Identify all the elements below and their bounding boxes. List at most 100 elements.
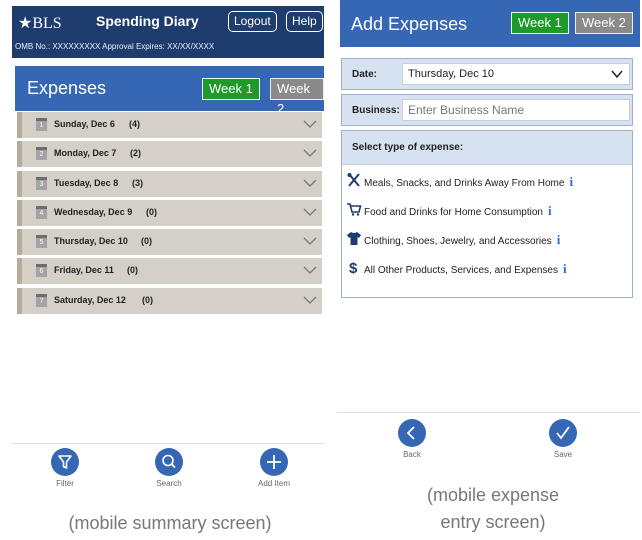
day-row[interactable]: 2 Monday, Dec 7 (2)	[17, 141, 322, 168]
cart-icon	[347, 203, 362, 216]
expense-type-label: All Other Products, Services, and Expens…	[364, 261, 567, 276]
chevron-down-icon	[303, 267, 317, 275]
checkmark-icon	[549, 419, 577, 447]
chevron-down-icon	[303, 208, 317, 216]
expense-type-option[interactable]: Meals, Snacks, and Drinks Away From Home…	[342, 165, 632, 194]
business-label: Business:	[352, 105, 400, 116]
expense-type-label: Meals, Snacks, and Drinks Away From Home…	[364, 174, 574, 189]
app-topbar: ★BLS Spending Diary Logout Help OMB No.:…	[12, 6, 324, 58]
day-count: (4)	[129, 119, 140, 129]
plus-icon	[260, 448, 288, 476]
expenses-header: Expenses Week 1 Week 2	[15, 66, 324, 116]
calendar-icon: 2	[36, 147, 47, 161]
summary-caption: (mobile summary screen)	[68, 513, 272, 533]
day-row[interactable]: 5 Thursday, Dec 10 (0)	[17, 229, 322, 256]
dollar-icon: $	[349, 260, 358, 275]
bottom-divider	[337, 412, 640, 413]
day-label: Friday, Dec 11	[54, 265, 114, 276]
tab-week-1[interactable]: Week 1	[202, 78, 260, 100]
bls-logo: ★BLS	[18, 15, 62, 32]
date-row: Date: Thursday, Dec 10	[341, 58, 633, 90]
help-button[interactable]: Help	[286, 11, 323, 32]
day-count: (2)	[130, 148, 141, 159]
tab-week-2[interactable]: Week 2	[270, 78, 324, 116]
day-label: Monday, Dec 7	[54, 148, 117, 159]
date-label: Date:	[352, 69, 378, 80]
add-item-button[interactable]: Add Item	[244, 448, 304, 488]
expense-type-option[interactable]: $ All Other Products, Services, and Expe…	[342, 252, 632, 281]
chevron-down-icon	[611, 70, 623, 79]
tab-week-2[interactable]: Week 2	[575, 12, 633, 34]
expense-type-option[interactable]: Clothing, Shoes, Jewelry, and Accessorie…	[342, 223, 632, 252]
expense-type-option[interactable]: Food and Drinks for Home Consumption i	[342, 194, 632, 223]
back-icon	[398, 419, 426, 447]
business-name-input[interactable]: Enter Business Name	[402, 99, 630, 121]
search-label: Search	[156, 479, 182, 488]
svg-text:$: $	[349, 260, 358, 275]
date-value: Thursday, Dec 10	[408, 68, 495, 80]
search-button[interactable]: Search	[139, 448, 199, 488]
info-icon[interactable]: i	[557, 232, 561, 247]
expense-type-label: Clothing, Shoes, Jewelry, and Accessorie…	[364, 232, 561, 247]
entry-screen: Add Expenses Week 1 Week 2 Date: Thursda…	[337, 0, 640, 470]
filter-label: Filter	[56, 479, 74, 488]
day-list: 1 Sunday, Dec 6 (4) 2 Monday, Dec 7 (2) …	[17, 112, 322, 317]
calendar-icon: 1	[36, 118, 47, 131]
back-label: Back	[403, 450, 421, 459]
day-row[interactable]: 7 Saturday, Dec 12 (0)	[17, 287, 322, 314]
expense-type-label: Food and Drinks for Home Consumption i	[364, 203, 552, 218]
day-count: (0)	[141, 236, 152, 247]
info-icon[interactable]: i	[563, 261, 567, 276]
expense-form: Date: Thursday, Dec 10 Business: Enter B…	[341, 58, 633, 298]
summary-screen: ★BLS Spending Diary Logout Help OMB No.:…	[12, 6, 324, 488]
calendar-icon: 6	[36, 264, 47, 278]
shirt-icon	[347, 232, 361, 245]
day-label: Thursday, Dec 10	[54, 236, 128, 247]
info-icon[interactable]: i	[569, 174, 573, 189]
filter-button[interactable]: Filter	[35, 448, 95, 488]
calendar-icon: 7	[36, 293, 47, 307]
day-row[interactable]: 4 Wednesday, Dec 9 (0)	[17, 199, 322, 226]
day-row[interactable]: 3 Tuesday, Dec 8 (3)	[17, 170, 322, 197]
app-title: Spending Diary	[96, 13, 199, 29]
day-count: (0)	[127, 265, 138, 276]
page-title: Expenses	[27, 78, 107, 98]
filter-icon	[51, 448, 79, 476]
entry-caption-line-1: (mobile expense	[426, 485, 560, 505]
entry-caption-line-2: entry screen)	[440, 512, 546, 532]
entry-caption: (mobile expense entry screen)	[348, 485, 638, 533]
chevron-down-icon	[303, 296, 317, 304]
day-label: Saturday, Dec 12	[54, 294, 126, 305]
entry-header: Add Expenses Week 1 Week 2	[340, 0, 640, 47]
calendar-icon: 3	[36, 176, 47, 190]
save-button[interactable]: Save	[533, 419, 593, 459]
chevron-down-icon	[303, 179, 317, 187]
day-row[interactable]: 6 Friday, Dec 11 (0)	[17, 258, 322, 285]
day-label: Tuesday, Dec 8	[54, 177, 119, 188]
expense-type-panel: Select type of expense: Meals, Snacks, a…	[341, 130, 633, 298]
day-count: (0)	[146, 206, 157, 217]
day-count: (0)	[142, 294, 153, 305]
save-label: Save	[553, 450, 573, 459]
bottom-divider	[12, 443, 324, 444]
add-item-label: Add Item	[257, 479, 290, 488]
omb-notice: OMB No.: XXXXXXXXX Approval Expires: XX/…	[15, 42, 215, 51]
back-button[interactable]: Back	[382, 419, 442, 459]
day-label: Sunday, Dec 6	[54, 119, 115, 129]
day-count: (3)	[132, 177, 143, 188]
logout-button[interactable]: Logout	[228, 11, 277, 32]
info-icon[interactable]: i	[548, 203, 552, 218]
search-icon	[155, 448, 183, 476]
tab-week-1[interactable]: Week 1	[511, 12, 569, 34]
day-row[interactable]: 1 Sunday, Dec 6 (4)	[17, 112, 322, 138]
page-title: Add Expenses	[351, 14, 468, 34]
calendar-icon: 4	[36, 205, 47, 219]
utensils-icon	[347, 173, 360, 187]
chevron-down-icon	[303, 237, 317, 246]
expense-type-heading: Select type of expense:	[342, 131, 632, 165]
calendar-icon: 5	[36, 235, 47, 249]
chevron-down-icon	[303, 149, 317, 158]
day-label: Wednesday, Dec 9	[54, 206, 133, 217]
business-row: Business: Enter Business Name	[341, 94, 633, 126]
date-select[interactable]: Thursday, Dec 10	[402, 63, 630, 85]
